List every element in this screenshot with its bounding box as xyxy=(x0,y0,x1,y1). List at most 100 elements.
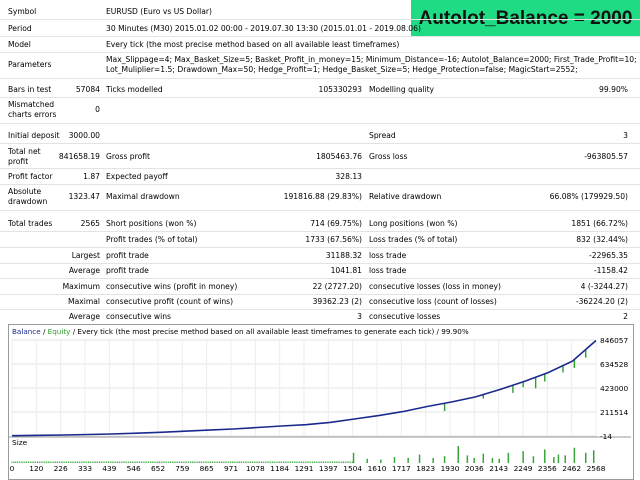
profit-factor-label: Profit factor xyxy=(8,172,53,181)
symbol-value: EURUSD (Euro vs US Dollar) xyxy=(106,7,212,16)
x-tick-label: 1930 xyxy=(440,464,460,473)
y-tick-label: 846057 xyxy=(600,336,629,345)
grossprofit-label: Gross profit xyxy=(106,152,150,161)
x-tick-label: 1717 xyxy=(391,464,411,473)
spread-label: Spread xyxy=(369,131,396,140)
mismatch-value: 0 xyxy=(95,105,100,114)
average2-label: Average xyxy=(68,312,100,321)
grossprofit-value: 1805463.76 xyxy=(316,152,362,161)
x-tick-label: 1184 xyxy=(270,464,290,473)
short-value: 714 (69.75%) xyxy=(310,219,362,228)
legend-separator: / xyxy=(40,327,48,336)
parameters-label: Parameters xyxy=(8,60,52,69)
closs-count-value: -36224.20 (2) xyxy=(575,297,628,306)
largest-label: Largest xyxy=(71,251,100,260)
deposit-value: 3000.00 xyxy=(68,131,100,140)
long-value: 1851 (66.72%) xyxy=(571,219,628,228)
x-tick-label: 2568 xyxy=(586,464,606,473)
x-tick-label: 226 xyxy=(53,464,68,473)
maximum-label: Maximum xyxy=(62,282,100,291)
y-tick-label: 634528 xyxy=(600,360,629,369)
parameters-line2: Lot_Muliplier=1.5; Drawdown_Max=50; Hedg… xyxy=(106,65,578,74)
x-tick-label: 2143 xyxy=(489,464,509,473)
cprofit-count-label: consecutive profit (count of wins) xyxy=(106,297,234,306)
x-tick-label: 1291 xyxy=(294,464,314,473)
awins-value: 3 xyxy=(357,312,362,321)
chart-legend: Balance / Equity / Every tick (the most … xyxy=(12,327,469,337)
maxdd-value: 191816.88 (29.83%) xyxy=(283,192,362,201)
cprofit-count-value: 39362.23 (2) xyxy=(312,297,362,306)
average-loss-value: -1158.42 xyxy=(593,266,628,275)
awins-label: consecutive wins xyxy=(106,312,172,321)
ptrades-label: Profit trades (% of total) xyxy=(106,235,198,244)
legend-balance: Balance xyxy=(12,327,41,336)
x-tick-label: 1610 xyxy=(367,464,387,473)
mismatch-label-2: charts errors xyxy=(8,110,57,119)
x-tick-label: 759 xyxy=(175,464,190,473)
size-label: Size xyxy=(12,438,28,447)
symbol-label: Symbol xyxy=(8,7,37,16)
quality-label: Modelling quality xyxy=(369,85,435,94)
expected-payoff-value: 328.13 xyxy=(335,172,362,181)
average-label: Average xyxy=(68,266,100,275)
closs-money-value: 4 (-3244.27) xyxy=(580,282,628,291)
balance-chart xyxy=(8,324,634,480)
absdd-label-1: Absolute xyxy=(8,187,42,196)
x-tick-label: 1397 xyxy=(318,464,338,473)
x-tick-label: 1823 xyxy=(416,464,436,473)
x-tick-label: 865 xyxy=(199,464,214,473)
reldd-value: 66.08% (179929.50) xyxy=(549,192,628,201)
netprofit-value: 841658.19 xyxy=(58,152,100,161)
absdd-label-2: drawdown xyxy=(8,197,48,206)
long-label: Long positions (won %) xyxy=(369,219,458,228)
x-tick-label: 2249 xyxy=(513,464,533,473)
maxdd-label: Maximal drawdown xyxy=(106,192,180,201)
x-tick-label: 0 xyxy=(9,464,15,473)
x-tick-label: 2036 xyxy=(464,464,484,473)
largest-profit-label: profit trade xyxy=(106,251,149,260)
parameters-line1: Max_Slippage=4; Max_Basket_Size=5; Baske… xyxy=(106,55,637,64)
model-value: Every tick (the most precise method base… xyxy=(106,40,400,49)
ptrades-value: 1733 (67.56%) xyxy=(305,235,362,244)
reldd-label: Relative drawdown xyxy=(369,192,442,201)
x-tick-label: 546 xyxy=(126,464,141,473)
ticks-label: Ticks modelled xyxy=(106,85,163,94)
bars-label: Bars in test xyxy=(8,85,52,94)
absdd-value: 1323.47 xyxy=(68,192,100,201)
y-tick-label: -14 xyxy=(600,432,613,441)
grossloss-value: -963805.57 xyxy=(584,152,628,161)
x-tick-label: 2356 xyxy=(537,464,557,473)
alosses-label: consecutive losses xyxy=(369,312,441,321)
period-value: 30 Minutes (M30) 2015.01.02 00:00 - 2019… xyxy=(106,24,421,33)
spread-value: 3 xyxy=(623,131,628,140)
maximal-label: Maximal xyxy=(68,297,100,306)
expected-payoff-label: Expected payoff xyxy=(106,172,168,181)
x-tick-label: 1504 xyxy=(343,464,363,473)
largest-profit-value: 31188.32 xyxy=(325,251,362,260)
cwins-money-label: consecutive wins (profit in money) xyxy=(106,282,238,291)
alosses-value: 2 xyxy=(623,312,628,321)
trades-label: Total trades xyxy=(8,219,53,228)
period-label: Period xyxy=(8,24,32,33)
cwins-money-value: 22 (2727.20) xyxy=(312,282,362,291)
ltrades-label: Loss trades (% of total) xyxy=(369,235,458,244)
average-loss-label: loss trade xyxy=(369,266,407,275)
closs-count-label: consecutive loss (count of losses) xyxy=(369,297,497,306)
x-tick-label: 439 xyxy=(102,464,117,473)
quality-value: 99.90% xyxy=(599,85,628,94)
netprofit-label-1: Total net xyxy=(8,147,41,156)
legend-equity: Equity xyxy=(47,327,71,336)
x-tick-label: 1078 xyxy=(245,464,265,473)
ticks-value: 105330293 xyxy=(318,85,362,94)
x-tick-label: 971 xyxy=(223,464,239,473)
netprofit-label-2: profit xyxy=(8,157,29,166)
short-label: Short positions (won %) xyxy=(106,219,197,228)
x-tick-label: 2462 xyxy=(562,464,582,473)
y-tick-label: 211514 xyxy=(600,408,629,417)
average-profit-label: profit trade xyxy=(106,266,149,275)
legend-description: / Every tick (the most precise method ba… xyxy=(70,327,469,336)
mismatch-label-1: Mismatched xyxy=(8,100,55,109)
x-tick-label: 333 xyxy=(77,464,93,473)
y-tick-label: 423000 xyxy=(600,384,629,393)
x-tick-label: 652 xyxy=(150,464,166,473)
